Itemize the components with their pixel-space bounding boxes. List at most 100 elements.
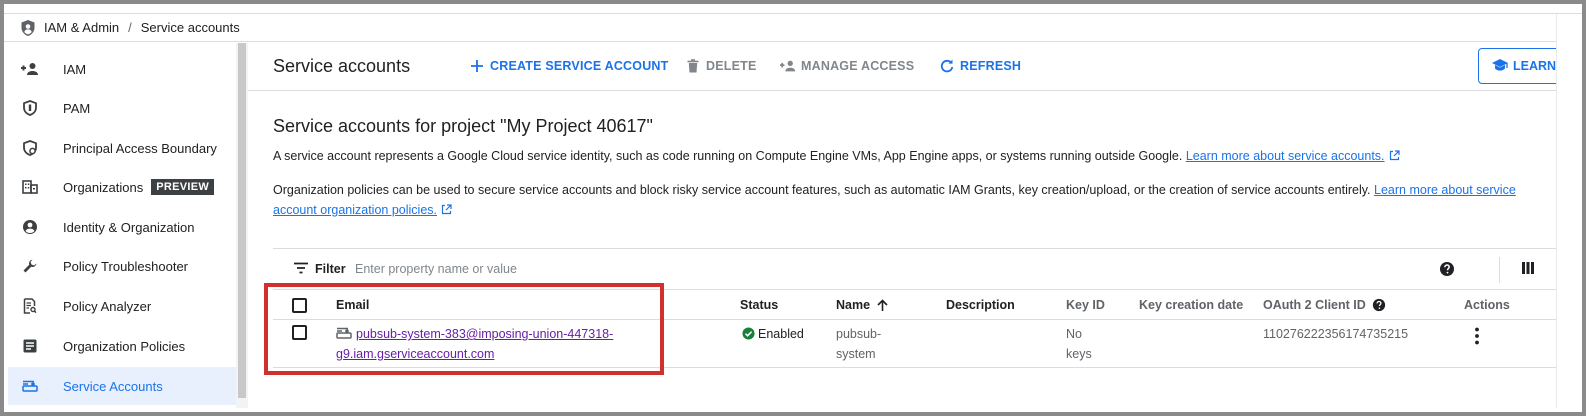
- create-service-account-button[interactable]: CREATE SERVICE ACCOUNT: [469, 58, 669, 74]
- sidebar-item-policy-analyzer[interactable]: Policy Analyzer: [8, 287, 236, 325]
- column-description[interactable]: Description: [946, 298, 1015, 312]
- sidebar-item-organization-policies[interactable]: Organization Policies: [8, 327, 236, 365]
- manage-access-label: MANAGE ACCESS: [801, 59, 915, 73]
- page-title: Service accounts: [273, 56, 411, 76]
- key-id-cell: No keys: [1066, 324, 1092, 364]
- status-text: Enabled: [758, 327, 804, 341]
- name-text-line2: system: [836, 347, 876, 361]
- table-header: Email Status Name Description Key ID Key…: [273, 290, 1582, 320]
- sidebar-item-organizations[interactable]: Organizations PREVIEW: [8, 168, 236, 206]
- organization-icon: [20, 177, 40, 197]
- plus-icon: [469, 58, 485, 74]
- service-account-email-link[interactable]: pubsub-system-383@imposing-union-447318-…: [336, 327, 613, 361]
- external-link-icon: [441, 204, 452, 215]
- sidebar-item-label: Principal Access Boundary: [63, 140, 217, 156]
- sidebar-item-label: IAM: [63, 61, 87, 77]
- person-add-icon: [780, 58, 796, 74]
- toolbar: Service accounts CREATE SERVICE ACCOUNT …: [248, 43, 1582, 91]
- section-heading: Service accounts for project "My Project…: [273, 116, 653, 136]
- shield-icon: [20, 98, 40, 118]
- delete-label: DELETE: [706, 59, 757, 73]
- sidebar-item-label: Identity & Organization: [63, 219, 195, 235]
- filter-button[interactable]: Filter: [293, 262, 346, 276]
- sidebar-item-pam[interactable]: PAM: [8, 89, 236, 127]
- filter-icon: [293, 262, 309, 276]
- sidebar-item-label: Organization Policies: [63, 338, 186, 354]
- service-account-icon: [336, 327, 352, 339]
- breadcrumb: IAM & Admin / Service accounts: [4, 14, 1556, 42]
- column-oauth-client-id[interactable]: OAuth 2 Client ID: [1263, 298, 1386, 312]
- help-icon[interactable]: [1439, 261, 1455, 277]
- oauth-client-id-cell: 110276222356174735215: [1263, 327, 1409, 341]
- select-all-checkbox[interactable]: [292, 298, 307, 313]
- top-strip: [4, 4, 1582, 14]
- sidebar-scrollbar-thumb[interactable]: [238, 43, 246, 398]
- refresh-icon: [939, 58, 955, 74]
- learn-label: LEARN: [1513, 59, 1557, 73]
- email-cell: pubsub-system-383@imposing-union-447318-…: [336, 324, 636, 364]
- column-display-icon[interactable]: [1521, 261, 1537, 277]
- trash-icon: [685, 58, 701, 74]
- name-text-line1: pubsub-: [836, 327, 882, 341]
- sidebar-item-iam[interactable]: IAM: [8, 50, 236, 88]
- email-text-line1: pubsub-system-383@imposing-union-447318-: [356, 327, 614, 341]
- school-icon: [1491, 58, 1509, 74]
- sidebar-item-principal-access-boundary[interactable]: Principal Access Boundary: [8, 129, 236, 167]
- sidebar: IAM PAM Principal Access Boundary Organi…: [4, 43, 236, 408]
- column-status[interactable]: Status: [740, 298, 778, 312]
- delete-button[interactable]: DELETE: [685, 58, 757, 74]
- name-cell: pubsub-system: [836, 324, 881, 364]
- learn-more-link-text: Learn more about service accounts.: [1185, 149, 1385, 163]
- sidebar-item-label: Organizations: [63, 179, 144, 195]
- table-row: pubsub-system-383@imposing-union-447318-…: [273, 320, 1582, 368]
- sort-ascending-icon: [877, 299, 888, 311]
- iam-shield-icon: [20, 19, 36, 37]
- breadcrumb-separator: /: [128, 20, 132, 35]
- sidebar-item-label: Service Accounts: [63, 378, 163, 394]
- service-account-icon: [20, 376, 40, 396]
- column-name[interactable]: Name: [836, 298, 888, 312]
- list-icon: [20, 336, 40, 356]
- breadcrumb-current: Service accounts: [140, 20, 240, 35]
- description-paragraph-1: A service account represents a Google Cl…: [273, 146, 1553, 166]
- column-key-id[interactable]: Key ID: [1066, 298, 1105, 312]
- manage-access-button[interactable]: MANAGE ACCESS: [780, 58, 914, 74]
- sidebar-item-label: Policy Troubleshooter: [63, 258, 189, 274]
- refresh-label: REFRESH: [960, 59, 1022, 73]
- status-cell: Enabled: [742, 324, 804, 344]
- more-actions-icon[interactable]: [1473, 326, 1481, 346]
- page-scrollbar[interactable]: [1556, 14, 1582, 408]
- row-checkbox[interactable]: [292, 325, 307, 340]
- external-link-icon: [1389, 150, 1400, 161]
- description-text-1: A service account represents a Google Cl…: [273, 149, 1183, 163]
- preview-badge: PREVIEW: [151, 179, 215, 195]
- learn-more-service-accounts-link[interactable]: Learn more about service accounts.: [1186, 149, 1400, 163]
- key-text-line1: No: [1066, 327, 1082, 341]
- help-icon[interactable]: [1372, 298, 1386, 312]
- email-text-line2: g9.iam.gserviceaccount.com: [336, 347, 495, 361]
- filter-input[interactable]: [355, 257, 755, 281]
- key-text-line2: keys: [1066, 347, 1092, 361]
- sidebar-item-policy-troubleshooter[interactable]: Policy Troubleshooter: [8, 247, 236, 285]
- toolbar-divider: [1499, 257, 1500, 283]
- create-service-account-label: CREATE SERVICE ACCOUNT: [490, 59, 669, 73]
- sidebar-scrollbar[interactable]: [236, 43, 248, 408]
- account-circle-icon: [20, 217, 40, 237]
- column-actions: Actions: [1464, 298, 1510, 312]
- check-circle-icon: [742, 327, 755, 340]
- description-text-2: Organization policies can be used to sec…: [273, 183, 1371, 197]
- sidebar-item-label: Policy Analyzer: [63, 298, 152, 314]
- sidebar-item-identity-organization[interactable]: Identity & Organization: [8, 208, 236, 246]
- main-content: Service accounts CREATE SERVICE ACCOUNT …: [248, 43, 1582, 408]
- refresh-button[interactable]: REFRESH: [939, 58, 1021, 74]
- sidebar-item-service-accounts[interactable]: Service Accounts: [8, 367, 236, 405]
- column-key-creation-date[interactable]: Key creation date: [1139, 298, 1243, 312]
- sidebar-item-label: PAM: [63, 100, 91, 116]
- column-email[interactable]: Email: [336, 298, 369, 312]
- learn-button[interactable]: LEARN: [1478, 48, 1568, 84]
- boundary-shield-icon: [20, 138, 40, 158]
- filter-label: Filter: [315, 262, 346, 276]
- breadcrumb-root[interactable]: IAM & Admin: [44, 20, 119, 35]
- wrench-icon: [20, 256, 40, 276]
- description-paragraph-2: Organization policies can be used to sec…: [273, 180, 1563, 220]
